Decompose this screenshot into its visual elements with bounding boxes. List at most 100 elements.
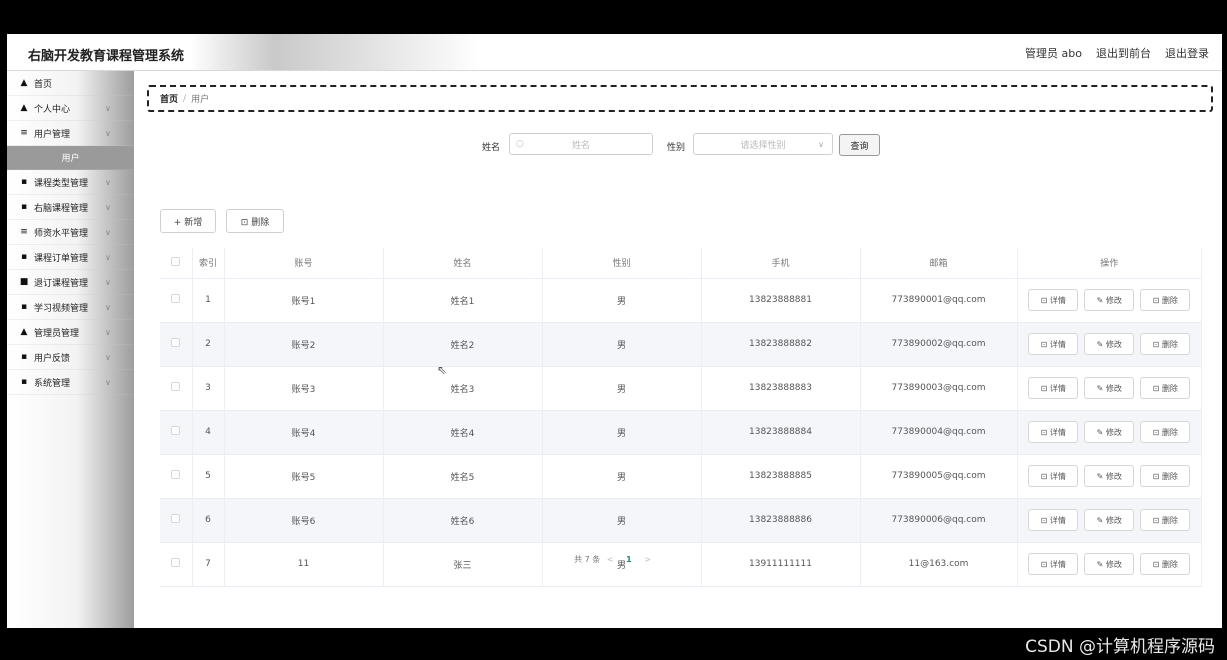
row-checkbox[interactable] bbox=[171, 514, 181, 523]
logout-link[interactable]: 退出登录 bbox=[1165, 45, 1209, 61]
delete-button[interactable]: ⊡ 删除 bbox=[1140, 289, 1191, 311]
cell-ops: ⊡ 详情 ✎ 修改 ⊡ 删除 bbox=[1017, 454, 1202, 499]
add-button[interactable]: + 新增 bbox=[160, 209, 216, 233]
row-actions: ⊡ 详情 ✎ 修改 ⊡ 删除 bbox=[1018, 333, 1202, 355]
sidebar-item[interactable]: ▪ 课程订单管理 ∨ bbox=[7, 245, 134, 270]
delete-button[interactable]: ⊡ 删除 bbox=[1140, 509, 1191, 531]
delete-button[interactable]: ⊡ 删除 bbox=[1140, 465, 1191, 487]
cell-idx: 1 bbox=[192, 278, 225, 323]
detail-button[interactable]: ⊡ 详情 bbox=[1028, 421, 1079, 443]
top-black-bar bbox=[0, 0, 1227, 34]
grid-icon: ▪ bbox=[20, 377, 28, 387]
sidebar-item[interactable]: ▲ 首页 bbox=[7, 71, 134, 96]
app-title: 右脑开发教育课程管理系统 bbox=[28, 49, 185, 64]
sidebar-item-label: 用户反馈 bbox=[34, 353, 71, 364]
breadcrumb-home[interactable]: 首页 bbox=[160, 92, 178, 105]
chevron-down-icon: ∨ bbox=[105, 303, 111, 312]
edit-button[interactable]: ✎ 修改 bbox=[1084, 421, 1135, 443]
delete-button[interactable]: ⊡ 删除 bbox=[1140, 333, 1191, 355]
breadcrumb-current: 用户 bbox=[191, 95, 210, 105]
table-row: 4 账号4 姓名4 男 13823888884 773890004@qq.com ⊡ 详情 ✎… bbox=[160, 410, 1202, 455]
name-search-input[interactable]: ○ 姓名 bbox=[509, 133, 653, 155]
mouse-pointer-icon: ⇖ bbox=[437, 363, 448, 377]
sidebar-item-label: 个人中心 bbox=[34, 104, 71, 115]
sidebar-item-label: 退订课程管理 bbox=[34, 278, 89, 289]
sidebar-subitem-users[interactable]: 用户 bbox=[7, 146, 134, 170]
cell-name: 姓名6 bbox=[383, 498, 543, 543]
edit-button[interactable]: ✎ 修改 bbox=[1084, 333, 1135, 355]
row-checkbox[interactable] bbox=[171, 470, 181, 479]
sidebar-item[interactable]: ▲ 管理员管理 ∨ bbox=[7, 320, 134, 345]
cell-gender: 男 bbox=[542, 366, 702, 411]
detail-button[interactable]: ⊡ 详情 bbox=[1028, 333, 1079, 355]
delete-button[interactable]: ⊡ 删除 bbox=[1140, 377, 1191, 399]
header-select-all[interactable] bbox=[160, 248, 193, 279]
edit-button[interactable]: ✎ 修改 bbox=[1084, 509, 1135, 531]
sidebar: ▲ 首页 ▲ 个人中心 ∨ ≡ 用户管理 ∨ 用户 ▪ 课程类型管理 ∨ ▪ 右脑课程管理 ∨ ≡ 师资水平管理… bbox=[7, 71, 134, 628]
cell-email: 773890003@qq.com bbox=[860, 366, 1018, 411]
cell-email: 773890005@qq.com bbox=[860, 454, 1018, 499]
sidebar-item[interactable]: ▪ 学习视频管理 ∨ bbox=[7, 295, 134, 320]
edit-button[interactable]: ✎ 修改 bbox=[1084, 377, 1135, 399]
cell-phone: 13823888882 bbox=[701, 322, 861, 367]
row-checkbox[interactable] bbox=[171, 338, 181, 347]
sidebar-item[interactable]: ▲ 个人中心 ∨ bbox=[7, 96, 134, 121]
checkbox[interactable] bbox=[171, 256, 181, 266]
cell-ops: ⊡ 详情 ✎ 修改 ⊡ 删除 bbox=[1017, 322, 1202, 367]
batch-delete-button[interactable]: ⊡ 删除 bbox=[226, 209, 284, 233]
detail-button[interactable]: ⊡ 详情 bbox=[1028, 465, 1079, 487]
cell-name: 姓名5 bbox=[383, 454, 543, 499]
sidebar-item-label: 管理员管理 bbox=[34, 328, 80, 339]
name-label: 姓名 bbox=[482, 143, 501, 153]
sidebar-item[interactable]: ▪ 用户反馈 ∨ bbox=[7, 345, 134, 370]
cell-account: 账号6 bbox=[224, 498, 384, 543]
cell-gender: 男 bbox=[542, 410, 702, 455]
sidebar-item[interactable]: ■ 退订课程管理 ∨ bbox=[7, 270, 134, 295]
delete-button[interactable]: ⊡ 删除 bbox=[1140, 421, 1191, 443]
sidebar-item[interactable]: ≡ 师资水平管理 ∨ bbox=[7, 220, 134, 245]
cell-gender: 男 bbox=[542, 498, 702, 543]
cell-email: 773890002@qq.com bbox=[860, 322, 1018, 367]
sidebar-item-label: 用户管理 bbox=[34, 129, 71, 140]
pager-page-1[interactable]: 1 bbox=[626, 555, 632, 564]
sidebar-item-label: 课程类型管理 bbox=[34, 178, 89, 189]
cell-email: 773890006@qq.com bbox=[860, 498, 1018, 543]
row-checkbox[interactable] bbox=[171, 382, 181, 391]
detail-button[interactable]: ⊡ 详情 bbox=[1028, 509, 1079, 531]
cell-phone: 13823888884 bbox=[701, 410, 861, 455]
row-checkbox[interactable] bbox=[171, 426, 181, 435]
to-front-link[interactable]: 退出到前台 bbox=[1096, 45, 1151, 61]
sidebar-item[interactable]: ▪ 系统管理 ∨ bbox=[7, 370, 134, 395]
sidebar-item-label: 课程订单管理 bbox=[34, 253, 89, 264]
sidebar-item-label: 用户 bbox=[61, 154, 80, 164]
edit-button[interactable]: ✎ 修改 bbox=[1084, 289, 1135, 311]
pager-prev[interactable]: < bbox=[607, 555, 614, 564]
cell-gender: 男 bbox=[542, 454, 702, 499]
cell-email: 773890001@qq.com bbox=[860, 278, 1018, 323]
cell-idx: 3 bbox=[192, 366, 225, 411]
header-actions: 管理员 abo 退出到前台 退出登录 bbox=[1025, 45, 1209, 61]
sidebar-item[interactable]: ≡ 用户管理 ∨ bbox=[7, 121, 134, 146]
gender-select[interactable]: 请选择性别 ∨ bbox=[693, 133, 833, 155]
chevron-down-icon: ∨ bbox=[105, 104, 111, 113]
sidebar-item-label: 右脑课程管理 bbox=[34, 203, 89, 214]
sidebar-item[interactable]: ▪ 右脑课程管理 ∨ bbox=[7, 195, 134, 220]
user-icon: ▲ bbox=[20, 103, 28, 113]
row-actions: ⊡ 详情 ✎ 修改 ⊡ 删除 bbox=[1018, 421, 1202, 443]
watermark: CSDN @计算机程序源码 bbox=[1025, 637, 1215, 657]
search-bar: 姓名 ○ 姓名 性别 请选择性别 ∨ 查询 bbox=[134, 133, 1222, 157]
sidebar-item[interactable]: ▪ 课程类型管理 ∨ bbox=[7, 170, 134, 195]
app-header: 右脑开发教育课程管理系统 管理员 abo 退出到前台 退出登录 bbox=[7, 34, 1222, 71]
sidebar-item-label: 师资水平管理 bbox=[34, 228, 89, 239]
grid-icon: ▪ bbox=[20, 202, 28, 212]
chevron-down-icon: ∨ bbox=[105, 328, 111, 337]
detail-button[interactable]: ⊡ 详情 bbox=[1028, 289, 1079, 311]
row-checkbox[interactable] bbox=[171, 294, 181, 303]
chevron-down-icon: ∨ bbox=[105, 129, 111, 138]
pager-next[interactable]: > bbox=[644, 555, 651, 564]
chevron-down-icon: ∨ bbox=[105, 203, 111, 212]
cell-name: 姓名4 bbox=[383, 410, 543, 455]
detail-button[interactable]: ⊡ 详情 bbox=[1028, 377, 1079, 399]
edit-button[interactable]: ✎ 修改 bbox=[1084, 465, 1135, 487]
query-button[interactable]: 查询 bbox=[839, 134, 880, 156]
